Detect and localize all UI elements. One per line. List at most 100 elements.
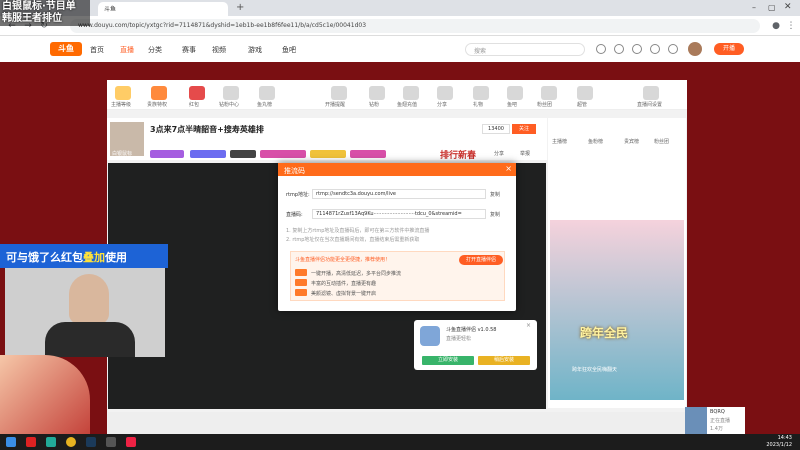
chat-tab[interactable]: 鱼粉榜	[588, 138, 603, 145]
room-tag	[190, 150, 226, 158]
fan-club-icon[interactable]	[541, 86, 557, 100]
copy-stream-button[interactable]: 复制	[490, 211, 500, 218]
chat-tab[interactable]: 粉丝团	[654, 138, 669, 145]
nav-item-games[interactable]: 游戏	[248, 45, 262, 55]
redpacket-icon[interactable]	[189, 86, 205, 100]
later-button[interactable]: 稍后安装	[478, 356, 530, 365]
reminder-icon[interactable]	[331, 86, 347, 100]
gift-icon[interactable]	[473, 86, 489, 100]
event-banner: 排行新春	[440, 151, 477, 161]
download-icon[interactable]	[650, 44, 660, 54]
anchor-name: 白银鼠标	[112, 151, 133, 157]
gift-bar: 主播等级 贵族特权 红包 钻粉中心 鱼丸榜 开播提醒 钻粉 鱼翅充值 分享 礼物…	[107, 80, 687, 110]
app-icon[interactable]	[46, 437, 56, 447]
chat-tab[interactable]: 主播榜	[552, 138, 567, 145]
chrome-icon[interactable]	[66, 437, 76, 447]
maximize-icon[interactable]: ▢	[768, 3, 776, 12]
gift-label: 主播等级	[111, 102, 132, 108]
admin-icon[interactable]	[577, 86, 593, 100]
gift-label: 直播间设置	[637, 102, 663, 108]
follow-count: 13400	[482, 124, 510, 134]
clock-date: 2023/1/12	[766, 442, 792, 448]
poster-subtitle: 跨年狂欢全民嗨翻天	[572, 367, 618, 373]
recharge-icon[interactable]	[403, 86, 419, 100]
share-link[interactable]: 分享	[494, 150, 504, 157]
browser-tab[interactable]: 斗鱼	[98, 2, 228, 16]
menu-icon[interactable]: ⋮	[785, 20, 797, 32]
dialog-note: 2. rtmp地址仅在当次直播期间有效，直播结束后需重新获取	[286, 237, 420, 243]
report-link[interactable]: 举报	[520, 150, 530, 157]
open-companion-button[interactable]: 打开直播伴侣	[459, 255, 503, 265]
streamer-body	[45, 322, 135, 357]
new-tab-button[interactable]: +	[236, 2, 244, 13]
nav-item-category[interactable]: 分类	[148, 45, 162, 55]
start-icon[interactable]	[6, 437, 16, 447]
close-window-icon[interactable]: ✕	[784, 2, 792, 12]
close-icon[interactable]: ×	[526, 322, 531, 329]
mini-count: 1.4万	[710, 426, 723, 432]
follow-icon[interactable]	[614, 44, 624, 54]
dialog-title: 推流码 ×	[278, 163, 516, 176]
stream-key-dialog: 推流码 × rtmp地址: rtmp://sendtc3a.douyu.com/…	[278, 163, 516, 311]
copy-rtmp-button[interactable]: 复制	[490, 191, 500, 198]
promo-caption: 可与饿了么红包叠加使用	[0, 244, 168, 268]
gift-label: 钻粉	[369, 102, 380, 108]
follow-button[interactable]: 关注	[512, 124, 536, 134]
diamond-icon[interactable]	[369, 86, 385, 100]
rtmp-label: rtmp地址:	[286, 192, 310, 198]
search-input[interactable]: 搜索	[465, 43, 585, 56]
gift-label: 钻粉中心	[219, 102, 240, 108]
gift-label: 粉丝团	[537, 102, 553, 108]
rtmp-address-field[interactable]: rtmp://sendtc3a.douyu.com/live	[312, 189, 486, 199]
nav-item-live[interactable]: 直播	[120, 45, 134, 55]
user-avatar[interactable]	[688, 42, 702, 56]
nav-item-home[interactable]: 首页	[90, 45, 104, 55]
clock: 14:43 2023/1/12	[766, 435, 792, 449]
nav-item-video[interactable]: 视频	[212, 45, 226, 55]
promo-line: 丰富的互动插件，直播更有趣	[311, 281, 377, 287]
caption-highlight: 叠加	[83, 251, 105, 264]
share-icon[interactable]	[437, 86, 453, 100]
chat-tab[interactable]: 贵宾榜	[624, 138, 639, 145]
stream-code-field[interactable]: 7114871rZusf13Aq9Ku·····················…	[312, 209, 486, 219]
room-tag	[260, 150, 306, 158]
caption-text: 使用	[105, 251, 127, 264]
site-nav: 斗鱼 首页 直播 分类 赛事 视频 游戏 鱼吧 搜索 开播	[0, 36, 800, 62]
room-tag	[150, 150, 184, 158]
app-icon[interactable]	[126, 437, 136, 447]
mini-thumbnail	[685, 407, 707, 434]
url-bar[interactable]: www.douyu.com/topic/yxtgc?rid=7114871&dy…	[70, 19, 760, 33]
steam-icon[interactable]	[86, 437, 96, 447]
close-icon[interactable]: ×	[505, 164, 512, 173]
app-subtitle: 直播更轻松	[446, 336, 472, 342]
level-icon[interactable]	[115, 86, 131, 100]
message-icon[interactable]	[632, 44, 642, 54]
nav-item-yuba[interactable]: 鱼吧	[282, 45, 296, 55]
stream-code-label: 直播码:	[286, 212, 303, 218]
profile-icon[interactable]: ●	[770, 20, 782, 32]
settings-icon[interactable]	[643, 86, 659, 100]
diamond-fan-icon[interactable]	[223, 86, 239, 100]
minimize-icon[interactable]: –	[752, 3, 756, 12]
task-icon[interactable]	[668, 44, 678, 54]
noble-icon[interactable]	[151, 86, 167, 100]
app-icon[interactable]	[26, 437, 36, 447]
site-logo[interactable]: 斗鱼	[50, 42, 82, 56]
event-poster[interactable]: 跨年全民 跨年狂欢全民嗨翻天	[550, 220, 684, 400]
room-tag	[350, 150, 386, 158]
obs-icon[interactable]	[106, 437, 116, 447]
promo-heading: 斗鱼直播伴侣功能更全更便捷，推荐使用！	[295, 257, 391, 263]
install-button[interactable]: 立即安装	[422, 356, 474, 365]
yuba-icon[interactable]	[507, 86, 523, 100]
nav-item-events[interactable]: 赛事	[182, 45, 196, 55]
streamer-face	[69, 274, 109, 324]
address-row: ← → ↻ www.douyu.com/topic/yxtgc?rid=7114…	[0, 16, 800, 36]
mini-live-panel[interactable]: BQRQ 正在直播 1.4万	[685, 407, 745, 434]
room-tag	[230, 150, 256, 158]
app-title: 斗鱼直播伴侣 v1.0.58	[446, 327, 497, 333]
fishball-icon[interactable]	[259, 86, 275, 100]
start-live-button[interactable]: 开播	[714, 43, 744, 55]
history-icon[interactable]	[596, 44, 606, 54]
gift-label: 贵族特权	[147, 102, 168, 108]
browser-window: 斗鱼 + – ▢ ✕ ← → ↻ www.douyu.com/topic/yxt…	[0, 0, 800, 450]
